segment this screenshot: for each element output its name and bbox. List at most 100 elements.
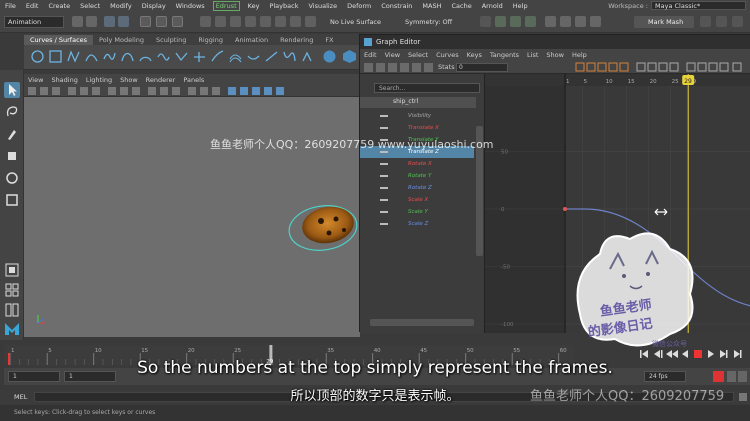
render-settings-icon[interactable]: [525, 16, 536, 27]
save-icon[interactable]: [86, 16, 97, 27]
menu-item[interactable]: Windows: [171, 2, 210, 10]
render-icon[interactable]: [495, 16, 506, 27]
graph-editor-menu-item[interactable]: View: [381, 51, 404, 59]
snap-live-icon[interactable]: [275, 16, 286, 27]
shelf-tab[interactable]: Curves / Surfaces: [24, 35, 94, 45]
hypershade-icon[interactable]: [545, 16, 556, 27]
select-hierarchy-icon[interactable]: [140, 16, 151, 27]
move-tool-icon[interactable]: [4, 148, 20, 164]
outliner-hscrollbar[interactable]: [370, 319, 474, 326]
menu-item[interactable]: Help: [508, 2, 533, 10]
nurbs-circle-icon[interactable]: [30, 49, 45, 64]
channel-row[interactable]: Scale Y: [360, 206, 474, 218]
graph-editor-menu-item[interactable]: Edit: [360, 51, 381, 59]
shelf-tab[interactable]: Sculpting: [150, 35, 192, 45]
graph-editor-menu-item[interactable]: Tangents: [486, 51, 523, 59]
viewport-menu-item[interactable]: View: [24, 76, 47, 84]
lasso-tool-icon[interactable]: [4, 104, 20, 120]
channel-row[interactable]: Translate X: [360, 122, 474, 134]
viewport-menu-item[interactable]: Renderer: [142, 76, 180, 84]
keyframe[interactable]: [563, 207, 567, 211]
menu-item[interactable]: Edit: [21, 2, 44, 10]
redo-icon[interactable]: [118, 16, 129, 27]
menu-item[interactable]: Display: [137, 2, 171, 10]
menu-item[interactable]: MASH: [417, 2, 446, 10]
side-by-side-layout-icon[interactable]: [4, 302, 20, 318]
detach-curves-icon[interactable]: [174, 49, 189, 64]
add-points-icon[interactable]: [264, 49, 279, 64]
menu-item[interactable]: Constrain: [376, 2, 417, 10]
menu-set-dropdown[interactable]: Animation: [4, 16, 64, 28]
graph-editor-menu-item[interactable]: Keys: [463, 51, 486, 59]
viewport-toolbar-icons[interactable]: [24, 85, 360, 97]
graph-editor-menu-item[interactable]: Help: [568, 51, 591, 59]
frame-ruler[interactable]: [485, 74, 750, 86]
graph-editor-menu-item[interactable]: Select: [404, 51, 432, 59]
snap-pivot-icon[interactable]: [290, 16, 301, 27]
shelf-tab[interactable]: Poly Modeling: [93, 35, 150, 45]
rotate-tool-icon[interactable]: [4, 170, 20, 186]
outliner-search-input[interactable]: Search...: [374, 83, 480, 93]
insert-knot-icon[interactable]: [192, 49, 207, 64]
sidebar-icon-1[interactable]: [700, 16, 711, 27]
viewport-menu-item[interactable]: Panels: [179, 76, 208, 84]
xgen-icon[interactable]: [590, 16, 601, 27]
paint-select-tool-icon[interactable]: [4, 126, 20, 142]
workspace-selector[interactable]: Workspace : Maya Classic*: [608, 0, 750, 11]
perspective-viewport[interactable]: [24, 97, 360, 337]
curve-editing-icon[interactable]: [282, 49, 297, 64]
menu-item[interactable]: File: [0, 2, 21, 10]
channel-row[interactable]: Rotate X: [360, 158, 474, 170]
sidebar-icon-3[interactable]: [732, 16, 743, 27]
ep-curve-icon[interactable]: [84, 49, 99, 64]
folder-icon[interactable]: [72, 16, 83, 27]
attach-curves-icon[interactable]: [156, 49, 171, 64]
graph-editor-menu-item[interactable]: List: [523, 51, 542, 59]
cv-curve-icon[interactable]: [66, 49, 81, 64]
channel-row[interactable]: Rotate Z: [360, 182, 474, 194]
undo-icon[interactable]: [104, 16, 115, 27]
live-surface-field[interactable]: No Live Surface: [330, 17, 400, 28]
bezier-curve-icon[interactable]: [120, 49, 135, 64]
menu-item[interactable]: Visualize: [303, 2, 342, 10]
graph-editor-menu-item[interactable]: Show: [542, 51, 568, 59]
menu-item[interactable]: Create: [43, 2, 75, 10]
channel-row[interactable]: Rotate Y: [360, 170, 474, 182]
render-view-icon[interactable]: [575, 16, 586, 27]
ipr-render-icon[interactable]: [510, 16, 521, 27]
four-view-layout-icon[interactable]: [4, 282, 20, 298]
construction-history-icon[interactable]: [480, 16, 491, 27]
snap-view-icon[interactable]: [260, 16, 271, 27]
select-object-icon[interactable]: [156, 16, 167, 27]
menu-item[interactable]: Arnold: [477, 2, 508, 10]
select-tool-icon[interactable]: [4, 82, 20, 98]
arnold-render-icon[interactable]: [560, 16, 571, 27]
sign-in-button[interactable]: Mark Mash: [634, 16, 694, 28]
rebuild-curve-icon[interactable]: [246, 49, 261, 64]
extend-curve-icon[interactable]: [210, 49, 225, 64]
symmetry-dropdown[interactable]: Symmetry: Off: [405, 17, 470, 28]
bezier-anchor-icon[interactable]: [300, 49, 315, 64]
stats-field[interactable]: 0: [456, 63, 508, 72]
nurbs-cube-icon[interactable]: [342, 49, 357, 64]
menu-item[interactable]: Modify: [105, 2, 137, 10]
tangent-buttons[interactable]: [575, 62, 747, 72]
viewport-menu-item[interactable]: Shading: [47, 76, 81, 84]
select-component-icon[interactable]: [172, 16, 183, 27]
nurbs-sphere-icon[interactable]: [322, 49, 337, 64]
channel-row[interactable]: Scale Z: [360, 218, 474, 230]
viewport-menu-item[interactable]: Show: [116, 76, 142, 84]
snap-grid-icon[interactable]: [200, 16, 211, 27]
scale-tool-icon[interactable]: [4, 192, 20, 208]
offset-curve-icon[interactable]: [228, 49, 243, 64]
menu-item[interactable]: Deform: [342, 2, 376, 10]
channel-row[interactable]: Visibility: [360, 110, 474, 122]
workspace-dropdown[interactable]: Maya Classic*: [651, 1, 746, 10]
channel-row[interactable]: Scale X: [360, 194, 474, 206]
outliner-object-row[interactable]: ship_ctrl: [360, 97, 476, 108]
snap-together-icon[interactable]: [305, 16, 316, 27]
graph-editor-menu-item[interactable]: Curves: [432, 51, 463, 59]
arc-curve-icon[interactable]: [138, 49, 153, 64]
shelf-tab[interactable]: Rigging: [192, 35, 229, 45]
shelf-tab[interactable]: Animation: [229, 35, 274, 45]
